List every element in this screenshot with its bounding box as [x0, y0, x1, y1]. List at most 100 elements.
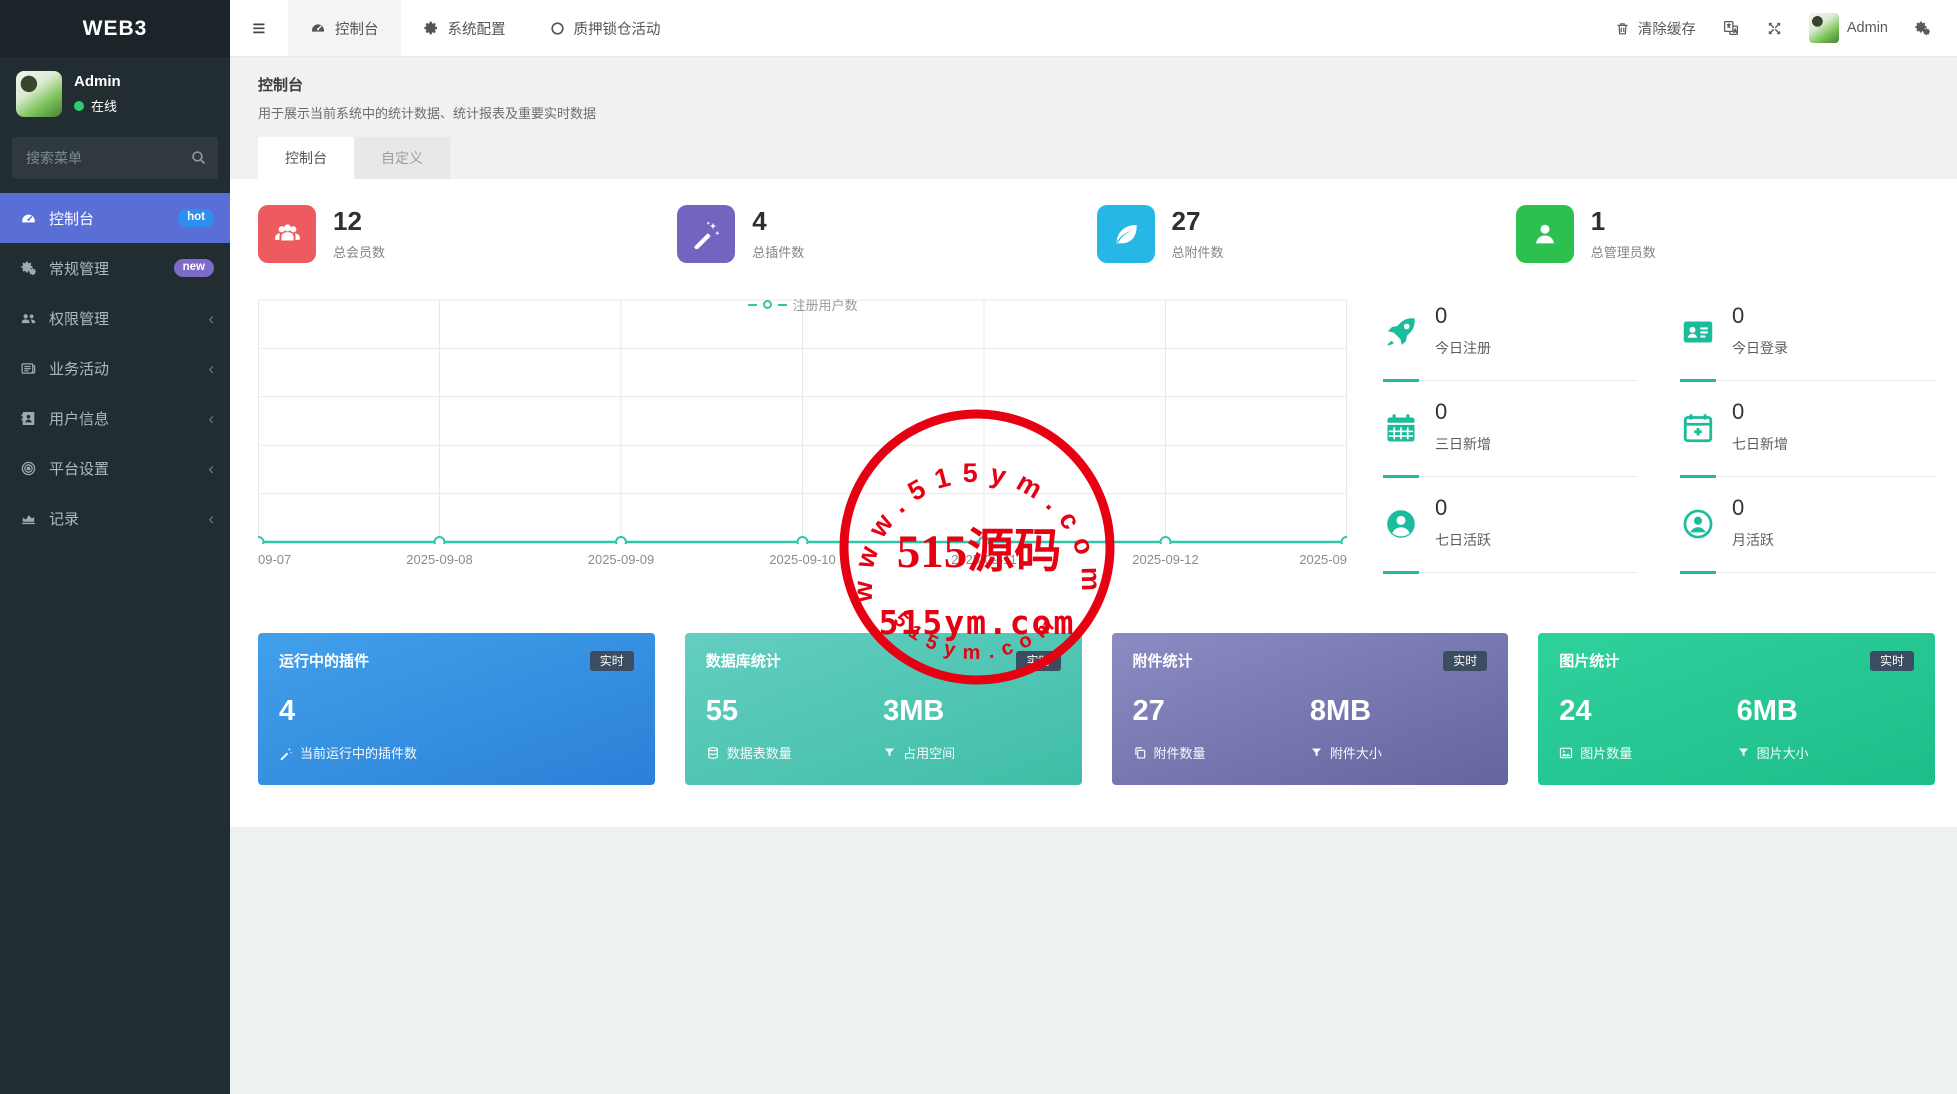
chevron-left-icon: ‹ — [208, 458, 214, 478]
sidebar-menu: 控制台 hot 常规管理 new 权限管理 ‹ 业务活动 ‹ 用户信息 ‹ 平台… — [0, 193, 230, 543]
main-content: 控制台 用于展示当前系统中的统计数据、统计报表及重要实时数据 控制台 自定义 1… — [230, 57, 1957, 827]
card-metric-label: 占用空间 — [903, 746, 956, 761]
ministat-underline — [1680, 379, 1935, 382]
sidebar-item-permissions[interactable]: 权限管理 ‹ — [0, 293, 230, 343]
tab-staking-activity[interactable]: 质押锁仓活动 — [528, 0, 683, 56]
sidebar-search — [12, 137, 218, 179]
sidebar-item-label: 常规管理 — [49, 260, 110, 278]
calendar-plus-icon — [1680, 401, 1716, 454]
copy-icon — [1133, 746, 1147, 760]
topbar-actions: 清除缓存 Admin — [1615, 0, 1957, 56]
stat-label: 总会员数 — [333, 245, 386, 261]
card-metric-label: 附件大小 — [1329, 746, 1382, 761]
sidebar-item-platform[interactable]: 平台设置 ‹ — [0, 443, 230, 493]
ministat-value: 0 — [1732, 303, 1745, 328]
chart-legend[interactable]: 注册用户数 — [747, 295, 858, 314]
ministat-underline — [1383, 475, 1638, 478]
search-icon[interactable] — [190, 149, 207, 166]
admin-user-icon — [1515, 205, 1574, 263]
stat-attachments: 27 总附件数 — [1096, 205, 1516, 263]
tab-system-config[interactable]: 系统配置 — [401, 0, 528, 56]
x-tick-label: 09-07 — [258, 552, 292, 567]
card-image-stats: 图片统计 实时 24 图片数量 6MB 图片大小 — [1538, 633, 1935, 785]
clear-cache-button[interactable]: 清除缓存 — [1615, 18, 1696, 39]
rocket-icon — [1383, 305, 1419, 358]
card-value: 55 — [705, 695, 739, 727]
card-title: 运行中的插件 — [279, 653, 370, 670]
card-title: 数据库统计 — [705, 653, 781, 670]
card-title: 图片统计 — [1559, 653, 1620, 670]
x-axis-labels: 09-07 2025-09-08 2025-09-09 2025-09-10 2… — [258, 548, 1347, 574]
app-logo[interactable]: WEB3 — [0, 0, 230, 57]
x-tick-label: 2025-09-09 — [587, 552, 655, 567]
card-metric-label: 图片数量 — [1580, 746, 1633, 761]
ministat-underline — [1383, 379, 1638, 382]
card-metric-label: 附件数量 — [1153, 746, 1206, 761]
new-badge: new — [173, 259, 214, 277]
ministat-today-login: 0 今日登录 — [1680, 299, 1935, 382]
tab-dashboard[interactable]: 控制台 — [288, 0, 401, 56]
online-dot — [74, 100, 84, 111]
users-icon — [258, 205, 316, 263]
ministat-3day-new: 0 三日新增 — [1383, 395, 1638, 478]
gauge-icon — [310, 20, 326, 36]
calendar-icon — [1383, 401, 1419, 454]
language-icon[interactable] — [1722, 19, 1740, 37]
ministat-underline — [1680, 475, 1935, 478]
clear-cache-label: 清除缓存 — [1637, 21, 1696, 38]
card-title: 附件统计 — [1132, 653, 1193, 670]
magic-wand-icon — [279, 746, 293, 760]
fullscreen-icon[interactable] — [1766, 20, 1783, 37]
sidebar-item-label: 权限管理 — [49, 310, 110, 328]
tab-custom[interactable]: 自定义 — [354, 137, 450, 179]
card-value: 3MB — [883, 695, 945, 727]
hamburger-menu-icon[interactable]: ≡ — [230, 0, 288, 56]
search-input[interactable] — [12, 137, 218, 179]
realtime-badge: 实时 — [589, 650, 634, 671]
sidebar-item-activities[interactable]: 业务活动 ‹ — [0, 343, 230, 393]
ministat-7day-active: 0 七日活跃 — [1383, 491, 1638, 574]
address-book-icon — [18, 410, 39, 427]
ministat-month-active: 0 月活跃 — [1680, 491, 1935, 574]
stats-row: 12 总会员数 4 总插件数 27 总附件数 1 总管理员数 — [258, 205, 1935, 263]
ministat-value: 0 — [1435, 303, 1448, 328]
x-tick-label: 2025-09-08 — [406, 552, 473, 567]
user-circle-outline-icon — [1680, 497, 1716, 550]
sidebar-item-records[interactable]: 记录 ‹ — [0, 493, 230, 543]
stat-label: 总管理员数 — [1590, 245, 1656, 261]
ministat-label: 今日登录 — [1732, 340, 1788, 356]
ministat-value: 0 — [1435, 399, 1448, 424]
stat-members: 12 总会员数 — [258, 205, 677, 263]
cogs-icon — [18, 260, 39, 277]
user-menu[interactable]: Admin — [1808, 13, 1888, 43]
sidebar: WEB3 Admin 在线 控制台 hot 常规管理 — [0, 0, 230, 1094]
x-tick-label: 2025-09 — [1299, 552, 1347, 567]
settings-cogs-icon[interactable] — [1914, 20, 1931, 37]
card-attachment-stats: 附件统计 实时 27 附件数量 8MB 附件大小 — [1111, 633, 1509, 785]
dashboard-panel: 12 总会员数 4 总插件数 27 总附件数 1 总管理员数 注册用户数 09-… — [230, 179, 1957, 827]
card-value: 27 — [1132, 695, 1165, 727]
card-value: 6MB — [1736, 695, 1798, 727]
sidebar-item-dashboard[interactable]: 控制台 hot — [0, 193, 230, 243]
newspaper-icon — [18, 360, 39, 377]
card-metric-label: 当前运行中的插件数 — [300, 746, 418, 761]
sidebar-item-user-info[interactable]: 用户信息 ‹ — [0, 393, 230, 443]
sidebar-item-general[interactable]: 常规管理 new — [0, 243, 230, 293]
circle-icon — [550, 21, 565, 36]
page-header: 控制台 用于展示当前系统中的统计数据、统计报表及重要实时数据 控制台 自定义 — [230, 57, 1957, 179]
x-tick-label: 2025-09-11 — [951, 552, 1017, 567]
trash-icon — [1615, 21, 1630, 36]
ministat-label: 月活跃 — [1732, 532, 1774, 548]
card-value: 8MB — [1309, 695, 1372, 727]
stat-label: 总附件数 — [1171, 245, 1224, 261]
ministat-label: 七日活跃 — [1435, 532, 1491, 548]
gauge-icon — [18, 210, 39, 227]
avatar — [1808, 13, 1839, 43]
sidebar-user-panel: Admin 在线 — [0, 57, 230, 129]
sidebar-item-label: 控制台 — [49, 210, 95, 228]
ministat-value: 0 — [1732, 399, 1745, 424]
sidebar-item-label: 用户信息 — [49, 410, 110, 428]
ministat-7day-new: 0 七日新增 — [1680, 395, 1935, 478]
tab-console[interactable]: 控制台 — [258, 137, 354, 179]
card-running-plugins: 运行中的插件 实时 4 当前运行中的插件数 — [258, 633, 655, 785]
